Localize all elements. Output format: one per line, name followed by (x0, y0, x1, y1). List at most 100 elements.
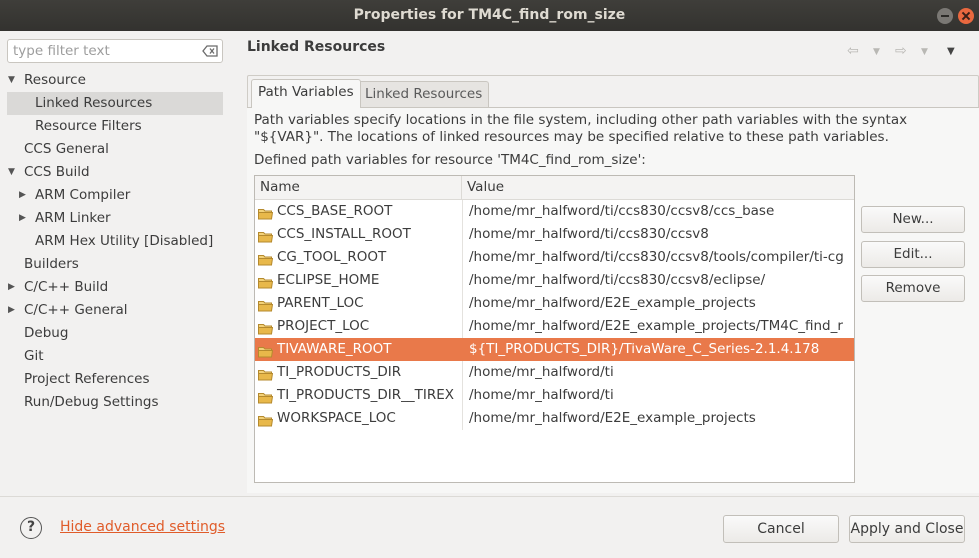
page-title: Linked Resources (247, 39, 386, 55)
expanded-arrow-icon[interactable]: ▼ (8, 69, 15, 92)
forward-arrow-icon[interactable]: ⇨ (895, 43, 907, 59)
main-panel: Linked Resources ⇦ ▼ ⇨ ▼ ▼ Linked Resour… (238, 31, 979, 496)
table-row[interactable]: CCS_BASE_ROOT/home/mr_halfword/ti/ccs830… (255, 200, 854, 223)
table-row[interactable]: TIVAWARE_ROOT ${TI_PRODUCTS_DIR}/TivaWare… (255, 338, 854, 361)
tree-item-label: ARM Compiler (35, 187, 131, 203)
back-menu-icon[interactable]: ▼ (873, 47, 880, 57)
preferences-tree: ▼ Resource Linked Resources Resource Filter… (0, 69, 238, 414)
sidebar: ▼ Resource Linked Resources Resource Filter… (0, 31, 238, 496)
back-arrow-icon[interactable]: ⇦ (847, 43, 859, 59)
tree-item[interactable]: Debug (0, 322, 238, 345)
tree-item-label: Linked Resources (35, 95, 153, 111)
tree-item[interactable]: CCS General (0, 138, 238, 161)
variable-name-cell: PROJECT_LOC (277, 318, 370, 334)
tree-item[interactable]: ARM Hex Utility [Disabled] (0, 230, 238, 253)
variable-value-cell: ${TI_PRODUCTS_DIR}/TivaWare_C_Series-2.1… (469, 341, 820, 357)
variable-value-cell: /home/mr_halfword/E2E_example_projects (462, 292, 854, 315)
table-header: Name Value (255, 176, 854, 200)
tab-linked-resources[interactable]: Linked Resources (358, 81, 490, 108)
table-row[interactable]: CCS_INSTALL_ROOT/home/mr_halfword/ti/ccs… (255, 223, 854, 246)
variable-value-cell: /home/mr_halfword/ti/ccs830/ccsv8/tools/… (462, 246, 854, 269)
tree-item[interactable]: ▶ ARM Linker (0, 207, 238, 230)
tree-item[interactable]: Git (0, 345, 238, 368)
tree-item[interactable]: Project References (0, 368, 238, 391)
variable-name-cell: WORKSPACE_LOC (277, 410, 396, 426)
variable-value-cell: /home/mr_halfword/ti (462, 361, 854, 384)
variable-value-cell: /home/mr_halfword/E2E_example_projects/T… (462, 315, 854, 338)
close-icon[interactable] (958, 8, 974, 24)
history-nav: ⇦ ▼ ⇨ ▼ ▼ (847, 43, 967, 61)
collapsed-arrow-icon[interactable]: ▶ (8, 276, 15, 299)
hide-advanced-settings-link[interactable]: Hide advanced settings (60, 519, 225, 535)
apply-and-close-button[interactable]: Apply and Close (849, 515, 965, 543)
variable-name-cell: CCS_INSTALL_ROOT (277, 226, 411, 242)
edit-button[interactable]: Edit... (861, 241, 965, 268)
window-titlebar: Properties for TM4C_find_rom_size (0, 0, 979, 31)
cancel-button[interactable]: Cancel (723, 515, 839, 543)
tree-item-label: ARM Hex Utility [Disabled] (35, 233, 214, 249)
forward-menu-icon[interactable]: ▼ (921, 47, 928, 57)
minimize-icon[interactable] (937, 8, 953, 24)
table-row[interactable]: TI_PRODUCTS_DIR/home/mr_halfword/ti (255, 361, 854, 384)
description-text: Path variables specify locations in the … (254, 112, 908, 145)
expanded-arrow-icon[interactable]: ▼ (8, 161, 15, 184)
table-row[interactable]: ECLIPSE_HOME/home/mr_halfword/ti/ccs830/… (255, 269, 854, 292)
variable-name-cell: PARENT_LOC (277, 295, 364, 311)
tree-item[interactable]: Resource Filters (0, 115, 238, 138)
table-row[interactable]: PARENT_LOC/home/mr_halfword/E2E_example_… (255, 292, 854, 315)
tree-item[interactable]: ▼ Resource (0, 69, 238, 92)
path-variables-panel: Path variables specify locations in the … (247, 107, 979, 493)
help-icon[interactable]: ? (20, 517, 42, 539)
tree-item-label: Project References (24, 371, 150, 387)
table-row[interactable]: WORKSPACE_LOC/home/mr_halfword/E2E_examp… (255, 407, 854, 430)
table-row[interactable]: TI_PRODUCTS_DIR__TIREX/home/mr_halfword/… (255, 384, 854, 407)
tree-item-label: ARM Linker (35, 210, 111, 226)
tab-path-variables[interactable]: Path Variables (251, 79, 361, 108)
view-menu-icon[interactable]: ▼ (947, 46, 955, 57)
variable-name-cell: TIVAWARE_ROOT (277, 341, 392, 357)
variable-name-cell: CCS_BASE_ROOT (277, 203, 393, 219)
tree-item[interactable]: ▶ C/C++ General (0, 299, 238, 322)
tree-item-label: C/C++ General (24, 302, 128, 318)
tree-item[interactable]: Builders (0, 253, 238, 276)
window-title: Properties for TM4C_find_rom_size (353, 7, 626, 23)
tree-item-label: Run/Debug Settings (24, 394, 159, 410)
footer-divider (0, 496, 979, 497)
collapsed-arrow-icon[interactable]: ▶ (19, 207, 26, 230)
variable-name-cell: CG_TOOL_ROOT (277, 249, 387, 265)
variable-value-cell: /home/mr_halfword/ti/ccs830/ccsv8/eclips… (462, 269, 854, 292)
defined-variables-label: Defined path variables for resource 'TM4… (254, 152, 646, 168)
variable-name-cell: TI_PRODUCTS_DIR__TIREX (277, 387, 455, 403)
collapsed-arrow-icon[interactable]: ▶ (8, 299, 15, 322)
variable-value-cell: /home/mr_halfword/ti/ccs830/ccsv8 (462, 223, 854, 246)
variable-name-cell: TI_PRODUCTS_DIR (277, 364, 402, 380)
tree-item-label: Git (24, 348, 44, 364)
variable-value-cell: /home/mr_halfword/ti (462, 384, 854, 407)
tree-item-label: CCS General (24, 141, 109, 157)
tree-item-label: Resource (24, 72, 86, 88)
tree-item-label: Resource Filters (35, 118, 142, 134)
table-row[interactable]: CG_TOOL_ROOT/home/mr_halfword/ti/ccs830/… (255, 246, 854, 269)
column-header-name[interactable]: Name (255, 176, 462, 200)
variable-name-cell: ECLIPSE_HOME (277, 272, 380, 288)
filter-field (7, 39, 223, 63)
variable-value-cell: /home/mr_halfword/E2E_example_projects (462, 407, 854, 430)
variable-value-cell: /home/mr_halfword/ti/ccs830/ccsv8/ccs_ba… (462, 200, 854, 223)
clear-filter-icon[interactable] (202, 45, 218, 57)
collapsed-arrow-icon[interactable]: ▶ (19, 184, 26, 207)
path-variables-table[interactable]: Name Value CCS_BASE_ROOT/home/mr_halfwor… (254, 175, 855, 483)
tree-item[interactable]: ▶ C/C++ Build (0, 276, 238, 299)
tree-item-label: C/C++ Build (24, 279, 109, 295)
tree-item[interactable]: Linked Resources (7, 92, 223, 115)
tree-item[interactable]: ▶ ARM Compiler (0, 184, 238, 207)
column-header-value[interactable]: Value (462, 176, 854, 200)
tree-item-label: CCS Build (24, 164, 90, 180)
tree-item[interactable]: Run/Debug Settings (0, 391, 238, 414)
tree-item-label: Builders (24, 256, 79, 272)
filter-input[interactable] (13, 42, 193, 60)
tree-item[interactable]: ▼ CCS Build (0, 161, 238, 184)
new-button[interactable]: New... (861, 206, 965, 233)
table-row[interactable]: PROJECT_LOC/home/mr_halfword/E2E_example… (255, 315, 854, 338)
tree-item-label: Debug (24, 325, 69, 341)
remove-button[interactable]: Remove (861, 275, 965, 302)
